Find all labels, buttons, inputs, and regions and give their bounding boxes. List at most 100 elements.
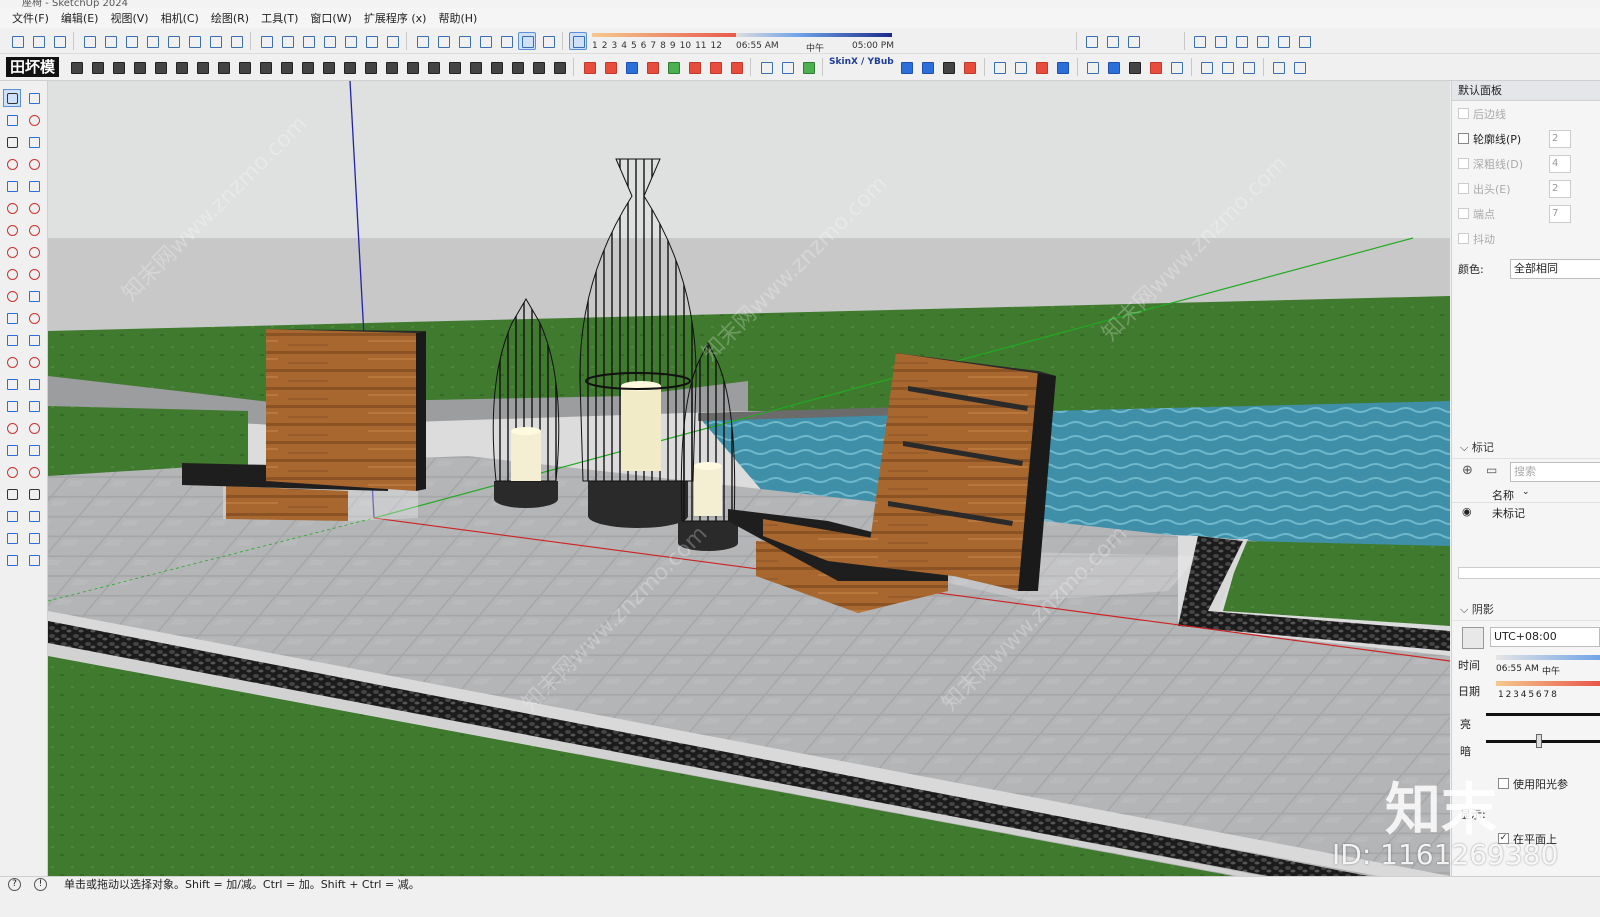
section-icon[interactable]: [1103, 32, 1121, 50]
time-slider-bar[interactable]: [1496, 655, 1600, 660]
road-icon[interactable]: [1125, 58, 1143, 76]
menu-file[interactable]: 文件(F): [6, 10, 55, 26]
timezone-dropdown[interactable]: UTC+08:00: [1490, 627, 1600, 647]
menu-edit[interactable]: 编辑(E): [55, 10, 105, 26]
shadows-toggle-icon[interactable]: [568, 31, 587, 50]
option-extension[interactable]: 出头(E) 2: [1452, 176, 1600, 201]
print-icon[interactable]: [206, 32, 224, 50]
fredo-icon-5[interactable]: [664, 58, 682, 76]
weld-icon[interactable]: [319, 58, 337, 76]
endpoints-field[interactable]: 7: [1549, 204, 1571, 223]
column-icon[interactable]: [466, 58, 484, 76]
zoom-icon[interactable]: [3, 441, 21, 459]
pan-icon[interactable]: [3, 419, 21, 437]
push-pull-icon[interactable]: [25, 265, 43, 283]
tag-tool-icon[interactable]: [25, 133, 43, 151]
menu-tools[interactable]: 工具(T): [255, 10, 304, 26]
rotate-icon[interactable]: [424, 58, 442, 76]
checkbox[interactable]: [1458, 183, 1469, 194]
scale-icon[interactable]: [3, 309, 21, 327]
plugin-logo[interactable]: 田坏模: [6, 57, 60, 77]
intersect-icon[interactable]: [1253, 32, 1271, 50]
bend-icon[interactable]: [1083, 58, 1101, 76]
sound-icon[interactable]: [25, 507, 43, 525]
layer-stack-icon-3[interactable]: [1032, 58, 1050, 76]
back-edges-icon[interactable]: [539, 32, 557, 50]
eraser-icon[interactable]: [25, 111, 43, 129]
undo-icon[interactable]: [164, 32, 182, 50]
profile-icon[interactable]: [151, 58, 169, 76]
select-arrow-icon[interactable]: [3, 89, 21, 107]
menu-window[interactable]: 窗口(W): [304, 10, 357, 26]
on-faces-option[interactable]: ✓ 在平面上: [1452, 826, 1600, 851]
sandbox-icon-1[interactable]: [3, 529, 21, 547]
month-slider[interactable]: 1 2 3 4 5 6 7 8 9 10 11 12: [592, 30, 742, 52]
three-point-arc-icon[interactable]: [3, 243, 21, 261]
bottom-view-icon[interactable]: [383, 32, 401, 50]
sort-chevron-icon[interactable]: ⌄: [1522, 487, 1530, 497]
fill-icon[interactable]: [361, 58, 379, 76]
shape-icon-3[interactable]: [799, 58, 817, 76]
text-tool-icon[interactable]: [25, 353, 43, 371]
terrain-icon-1[interactable]: [1197, 58, 1215, 76]
brush-icon[interactable]: [550, 58, 568, 76]
date-slider-bar[interactable]: [1496, 681, 1600, 686]
checkbox-checked[interactable]: ✓: [1498, 833, 1509, 844]
skin-icon-2[interactable]: [918, 58, 936, 76]
checkbox[interactable]: [1498, 778, 1509, 789]
look-around-icon[interactable]: [25, 485, 43, 503]
terrain-icon-2[interactable]: [1218, 58, 1236, 76]
solid-icon[interactable]: [1104, 58, 1122, 76]
spring-icon[interactable]: [1146, 58, 1164, 76]
make-component-icon[interactable]: [3, 133, 21, 151]
fredo-icon-8[interactable]: [727, 58, 745, 76]
option-back-edges[interactable]: 后边线: [1452, 101, 1600, 126]
note-icon[interactable]: [1290, 58, 1308, 76]
move-icon[interactable]: [3, 265, 21, 283]
extrude-icon[interactable]: [67, 58, 85, 76]
color-dropdown[interactable]: 全部相同: [1510, 259, 1600, 279]
layer-stack-icon-2[interactable]: [1011, 58, 1029, 76]
info-icon[interactable]: !: [34, 878, 47, 891]
rectangle-icon[interactable]: [3, 177, 21, 195]
two-point-arc-icon[interactable]: [25, 221, 43, 239]
eye-visibility-icon[interactable]: ◉: [1462, 505, 1472, 518]
option-endpoints[interactable]: 端点 7: [1452, 201, 1600, 226]
checkbox[interactable]: [1458, 108, 1469, 119]
follow-me-icon[interactable]: [25, 287, 43, 305]
wireframe-icon[interactable]: [434, 32, 452, 50]
component-icon[interactable]: [1190, 32, 1208, 50]
tag-item-untagged[interactable]: 未标记: [1492, 505, 1525, 521]
fredo-icon-3[interactable]: [622, 58, 640, 76]
play-icon[interactable]: [939, 58, 957, 76]
right-view-icon[interactable]: [320, 32, 338, 50]
dots-grid-icon[interactable]: [508, 58, 526, 76]
sandbox-icon-4[interactable]: [25, 551, 43, 569]
checkbox[interactable]: [1458, 233, 1469, 244]
zoom-extents-icon[interactable]: [3, 463, 21, 481]
front-view-icon[interactable]: [299, 32, 317, 50]
fredo-icon-7[interactable]: [706, 58, 724, 76]
tape-measure-icon[interactable]: [3, 331, 21, 349]
depth-cue-field[interactable]: 4: [1549, 154, 1571, 173]
option-jitter[interactable]: 抖动: [1452, 226, 1600, 251]
tags-section-header[interactable]: ⌵ 标记: [1452, 437, 1600, 459]
cut-icon[interactable]: [80, 32, 98, 50]
dark-slider-handle[interactable]: [1536, 734, 1542, 748]
menu-draw[interactable]: 绘图(R): [205, 10, 255, 26]
top-view-icon[interactable]: [278, 32, 296, 50]
polygon-icon[interactable]: [25, 199, 43, 217]
group-icon[interactable]: [1211, 32, 1229, 50]
wave-icon[interactable]: [382, 58, 400, 76]
erase-icon[interactable]: [143, 32, 161, 50]
line-tool-icon[interactable]: [3, 155, 21, 173]
stair-icon[interactable]: [109, 58, 127, 76]
angle-icon[interactable]: [1167, 58, 1185, 76]
arc-tool-icon[interactable]: [3, 221, 21, 239]
fredo-icon-6[interactable]: [685, 58, 703, 76]
freehand-icon[interactable]: [25, 155, 43, 173]
spiral-icon[interactable]: [235, 58, 253, 76]
menu-help[interactable]: 帮助(H): [432, 10, 483, 26]
fredo-icon-2[interactable]: [601, 58, 619, 76]
terrain-icon-3[interactable]: [1239, 58, 1257, 76]
